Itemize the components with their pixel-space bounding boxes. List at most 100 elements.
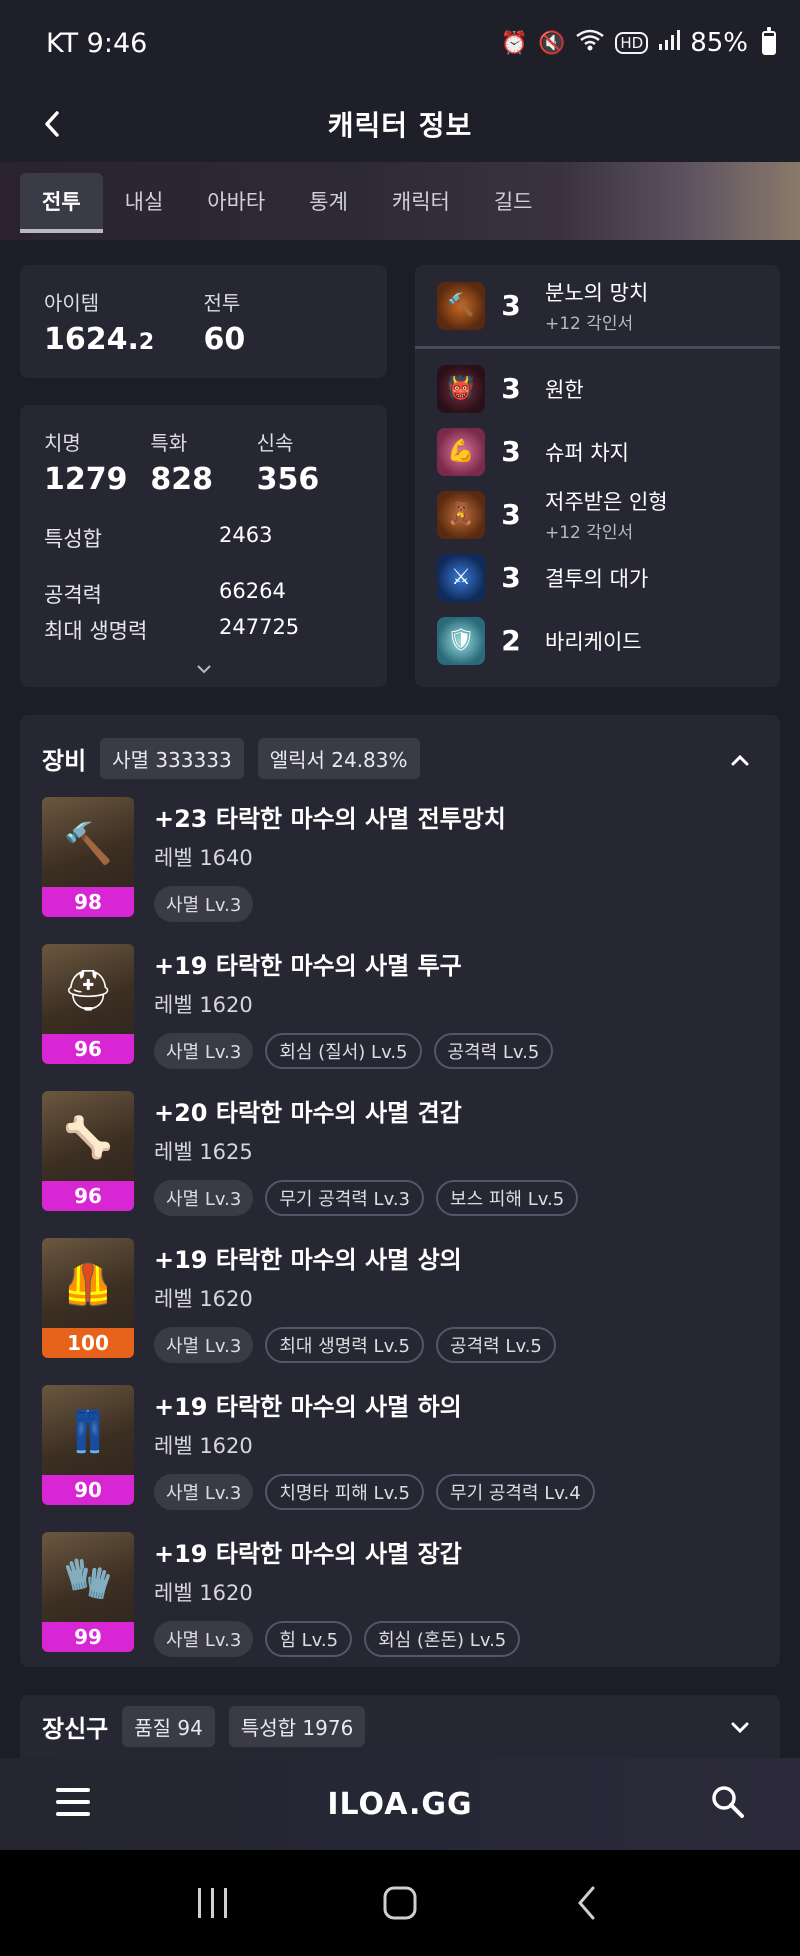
- war-hammer-icon: 🔨: [63, 820, 113, 867]
- equipment-item[interactable]: ⛑ 96 +19 타락한 마수의 사멸 투구 레벨 1620 사멸 Lv.3 회…: [42, 944, 758, 1091]
- elixir-badge: 엘릭서 24.83%: [257, 737, 420, 779]
- equipment-item[interactable]: 🦴 96 +20 타락한 마수의 사멸 견갑 레벨 1625 사멸 Lv.3 무…: [42, 1091, 758, 1238]
- tab-stats[interactable]: 통계: [287, 173, 370, 229]
- signal-icon: [658, 29, 681, 57]
- shoulder-icon: 🦴: [63, 1114, 113, 1161]
- item-name: +19 타락한 마수의 사멸 장갑: [154, 1540, 462, 1568]
- combat-level-value: 60: [203, 322, 246, 357]
- bottom-app-bar: ILOA.GG: [0, 1758, 800, 1850]
- engraving-row[interactable]: 🧸 3 저주받은 인형 +12 각인서: [437, 483, 758, 546]
- equipment-item[interactable]: 🦺 100 +19 타락한 마수의 사멸 상의 레벨 1620 사멸 Lv.3 …: [42, 1238, 758, 1385]
- home-button[interactable]: [370, 1878, 430, 1928]
- battery-icon: [762, 27, 776, 55]
- page-title: 캐릭터 정보: [327, 109, 473, 142]
- item-level: 레벨 1620: [154, 993, 253, 1017]
- tab-combat[interactable]: 전투: [20, 173, 103, 233]
- app-logo[interactable]: ILOA.GG: [327, 1787, 472, 1822]
- item-level: 레벨 1620: [154, 1581, 253, 1605]
- quality-badge: 품질 94: [122, 1705, 215, 1747]
- elixir-tag: 공격력 Lv.5: [436, 1327, 556, 1363]
- menu-button[interactable]: [56, 1788, 90, 1816]
- equipment-header[interactable]: 장비 사멸 333333 엘릭서 24.83%: [42, 735, 758, 781]
- duel-icon: ⚔: [437, 553, 485, 602]
- equipment-item[interactable]: 🔨 98 +23 타락한 마수의 사멸 전투망치 레벨 1640 사멸 Lv.3: [42, 797, 758, 944]
- mute-icon: 🔇: [537, 30, 566, 56]
- equipment-item[interactable]: 🧤 99 +19 타락한 마수의 사멸 장갑 레벨 1620 사멸 Lv.3 힘…: [42, 1532, 758, 1679]
- search-button[interactable]: [710, 1784, 746, 1820]
- set-tag: 사멸 Lv.3: [154, 1621, 254, 1657]
- engraving-row[interactable]: ⚔ 3 결투의 대가: [437, 546, 758, 609]
- item-level: 레벨 1625: [154, 1140, 253, 1164]
- tab-character[interactable]: 캐릭터: [370, 173, 472, 229]
- item-level: 레벨 1620: [154, 1287, 253, 1311]
- engraving-row[interactable]: 🔨 3 분노의 망치 +12 각인서: [415, 265, 780, 349]
- search-icon: [712, 1786, 744, 1818]
- equipment-item[interactable]: 👖 90 +19 타락한 마수의 사멸 하의 레벨 1620 사멸 Lv.3 치…: [42, 1385, 758, 1532]
- item-name: +23 타락한 마수의 사멸 전투망치: [154, 805, 506, 833]
- elixir-tag: 무기 공격력 Lv.4: [436, 1474, 595, 1510]
- wifi-icon: [575, 28, 605, 58]
- elixir-tag: 보스 피해 Lv.5: [436, 1180, 579, 1216]
- elixir-tag: 최대 생명력 Lv.5: [265, 1327, 425, 1363]
- max-hp-row: 최대 생명력 247725: [44, 615, 300, 643]
- stats-card: 치명 1279 특화 828 신속 356 특성합 2463 공격력 66264 최…: [20, 405, 387, 687]
- elixir-tag: 무기 공격력 Lv.3: [265, 1180, 425, 1216]
- item-level-card: 아이템 1624.2 전투 60: [20, 265, 387, 378]
- quality-badge: 90: [42, 1475, 134, 1505]
- attack-row: 공격력 66264: [44, 579, 286, 607]
- demon-icon: 👹: [437, 364, 485, 413]
- swift-label: 신속: [256, 431, 294, 455]
- quality-badge: 99: [42, 1622, 134, 1652]
- accessories-header[interactable]: 장신구 품질 94 특성합 1976: [42, 1703, 758, 1749]
- back-button[interactable]: [30, 102, 74, 146]
- item-name: +19 타락한 마수의 사멸 하의: [154, 1393, 462, 1421]
- chevron-left-icon: [45, 111, 59, 137]
- tab-guild[interactable]: 길드: [472, 173, 555, 229]
- back-icon: [577, 1886, 595, 1920]
- system-back-button[interactable]: [557, 1878, 617, 1928]
- equipment-title: 장비: [42, 746, 87, 775]
- collapse-equipment-button[interactable]: [730, 743, 750, 773]
- tab-internal[interactable]: 내실: [103, 173, 186, 229]
- item-level: 레벨 1620: [154, 1434, 253, 1458]
- elixir-tag: 회심 (혼돈) Lv.5: [364, 1621, 521, 1657]
- item-thumbnail: ⛑ 96: [42, 944, 134, 1064]
- set-tag: 사멸 Lv.3: [154, 1180, 254, 1216]
- engravings-card: 🔨 3 분노의 망치 +12 각인서 👹 3 원한 💪 3 슈퍼 차지 🧸 3 …: [415, 265, 780, 687]
- quality-badge: 100: [42, 1328, 134, 1358]
- engraving-row[interactable]: 💪 3 슈퍼 차지: [437, 420, 758, 483]
- hd-icon: HD: [615, 32, 649, 54]
- combat-level-label: 전투: [203, 291, 241, 315]
- spec-value: 828: [150, 462, 213, 497]
- tab-avatar[interactable]: 아바타: [185, 173, 287, 229]
- accessories-title: 장신구: [42, 1714, 109, 1743]
- recent-apps-button[interactable]: [183, 1878, 243, 1928]
- elixir-tag: 공격력 Lv.5: [433, 1033, 554, 1069]
- engraving-row[interactable]: 🛡 2 바리케이드: [437, 609, 758, 672]
- item-thumbnail: 👖 90: [42, 1385, 134, 1505]
- expand-accessories-button[interactable]: [730, 1711, 750, 1741]
- set-tag: 사멸 Lv.3: [154, 1327, 254, 1363]
- chevron-up-icon: [731, 754, 749, 766]
- status-bar: KT 9:46 ⏰ 🔇 HD 85%: [0, 0, 800, 86]
- engraving-row[interactable]: 👹 3 원한: [437, 357, 758, 420]
- pants-icon: 👖: [63, 1408, 113, 1455]
- expand-stats-button[interactable]: [20, 658, 387, 679]
- barricade-icon: 🛡: [437, 616, 485, 665]
- item-name: +20 타락한 마수의 사멸 견갑: [154, 1099, 462, 1127]
- system-nav-bar: [0, 1850, 800, 1956]
- item-thumbnail: 🦺 100: [42, 1238, 134, 1358]
- item-thumbnail: 🔨 98: [42, 797, 134, 917]
- tab-bar: 전투 내실 아바타 통계 캐릭터 길드: [0, 162, 800, 240]
- swift-value: 356: [256, 462, 320, 497]
- alarm-icon: ⏰: [500, 30, 528, 56]
- spec-label: 특화: [150, 431, 188, 455]
- elixir-tag: 힘 Lv.5: [265, 1621, 353, 1657]
- item-thumbnail: 🧤 99: [42, 1532, 134, 1652]
- item-name: +19 타락한 마수의 사멸 상의: [154, 1246, 462, 1274]
- set-tag: 사멸 Lv.3: [154, 1033, 254, 1069]
- stat-total-badge: 특성합 1976: [228, 1705, 366, 1747]
- chevron-down-icon: [731, 1722, 749, 1734]
- battery-percent: 85%: [690, 28, 748, 58]
- crit-label: 치명: [44, 431, 81, 455]
